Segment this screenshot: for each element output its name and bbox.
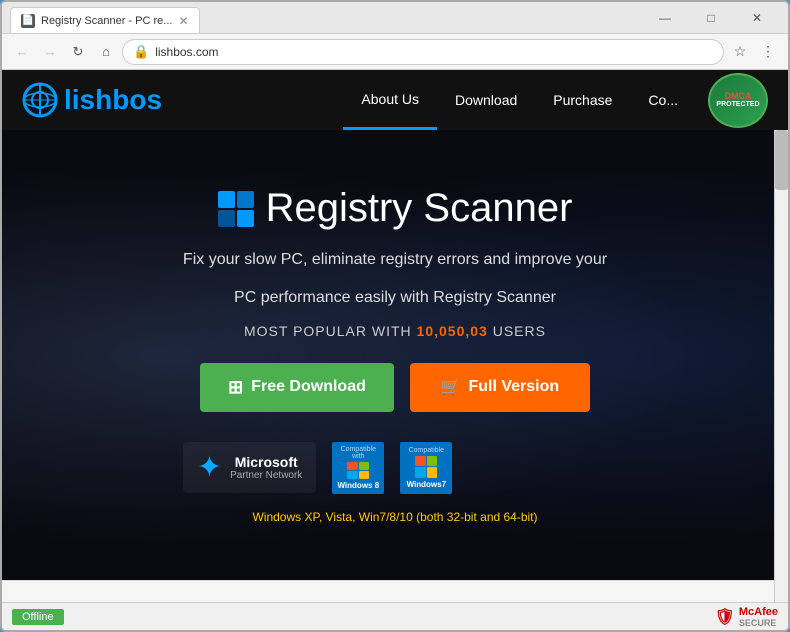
tab-close-button[interactable]: ✕ (178, 14, 188, 28)
nav-download[interactable]: Download (437, 70, 535, 130)
hero-section: Registry Scanner Fix your slow PC, elimi… (2, 130, 788, 580)
nav-links: About Us Download Purchase Co... (343, 70, 696, 130)
forward-button[interactable]: → (38, 40, 62, 64)
free-download-label: Free Download (251, 378, 366, 396)
cart-icon: 🛒 (441, 377, 461, 397)
nav-contact[interactable]: Co... (630, 70, 696, 130)
menu-button[interactable]: ⋮ (756, 40, 780, 64)
windows-icon: ⊞ (228, 377, 243, 398)
win7-badge: Compatible Windows7 (400, 442, 452, 494)
home-button[interactable]: ⌂ (94, 40, 118, 64)
popular-suffix: Users (493, 323, 546, 339)
cta-buttons: ⊞ Free Download 🛒 Full Version (183, 363, 607, 412)
win8-version: Windows 8 (337, 481, 379, 490)
logo-text: lishbos (64, 84, 162, 116)
win7-logo (415, 456, 437, 478)
browser-titlebar: 📄 Registry Scanner - PC re... ✕ — □ ✕ (2, 2, 788, 34)
ms-star-icon: ✦ (197, 450, 222, 485)
scrollbar-thumb[interactable] (775, 130, 788, 190)
browser-actions: ☆ ⋮ (728, 40, 780, 64)
ms-text-area: Microsoft Partner Network (230, 454, 302, 482)
hero-title-text: Registry Scanner (266, 186, 573, 231)
popular-text: Most Popular With 10,050,03 Users (183, 323, 607, 339)
hero-title: Registry Scanner (183, 186, 607, 231)
mcafee-badge: 🛡 McAfee SECURE (715, 606, 778, 628)
browser-controls: ← → ↻ ⌂ 🔒 lishbos.com ☆ ⋮ (2, 34, 788, 70)
hero-subtitle-2: PC performance easily with Registry Scan… (183, 285, 607, 311)
full-version-button[interactable]: 🛒 Full Version (410, 363, 590, 412)
minimize-button[interactable]: — (642, 2, 688, 34)
close-button[interactable]: ✕ (734, 2, 780, 34)
offline-status: Offline (12, 609, 64, 625)
scrollbar-track[interactable] (774, 130, 788, 602)
mcafee-shield-icon: 🛡 (715, 607, 735, 627)
title-icon (218, 191, 254, 227)
partner-name: Microsoft (230, 454, 302, 471)
win8-compat-label: Compatible with (336, 446, 380, 460)
browser-frame: 📄 Registry Scanner - PC re... ✕ — □ ✕ ← … (0, 0, 790, 632)
win7-compat-label: Compatible (409, 447, 444, 454)
system-requirements: Windows XP, Vista, Win7/8/10 (both 32-bi… (183, 510, 607, 524)
tab-favicon: 📄 (21, 14, 35, 28)
window-controls: — □ ✕ (642, 2, 780, 34)
browser-tab[interactable]: 📄 Registry Scanner - PC re... ✕ (10, 7, 200, 33)
tab-title: Registry Scanner - PC re... (41, 15, 172, 27)
website-content: lishbos About Us Download Purchase Co...… (2, 70, 788, 630)
popular-count: 10,050,03 (417, 323, 488, 339)
mcafee-sub: SECURE (739, 618, 778, 628)
popular-label: Most Popular With (244, 323, 412, 339)
win8-badge: Compatible with Windows 8 (332, 442, 384, 494)
back-button[interactable]: ← (10, 40, 34, 64)
site-navbar: lishbos About Us Download Purchase Co...… (2, 70, 788, 130)
partner-sub: Partner Network (230, 470, 302, 481)
mcafee-label: McAfee (739, 606, 778, 618)
refresh-button[interactable]: ↻ (66, 40, 90, 64)
win8-logo (347, 462, 369, 479)
url-text: lishbos.com (155, 45, 713, 59)
mcafee-text: McAfee SECURE (739, 606, 778, 628)
partner-area: ✦ Microsoft Partner Network Compatible w… (183, 442, 607, 494)
maximize-button[interactable]: □ (688, 2, 734, 34)
logo-icon (22, 82, 58, 118)
address-bar[interactable]: 🔒 lishbos.com (122, 39, 724, 65)
nav-purchase[interactable]: Purchase (535, 70, 630, 130)
full-version-label: Full Version (468, 378, 559, 396)
microsoft-partner: ✦ Microsoft Partner Network (183, 442, 316, 493)
hero-subtitle-1: Fix your slow PC, eliminate registry err… (183, 247, 607, 273)
nav-about[interactable]: About Us (343, 70, 437, 130)
win7-version: Windows7 (407, 480, 446, 489)
dmca-badge: DMCA PROTECTED (708, 73, 768, 128)
hero-content: Registry Scanner Fix your slow PC, elimi… (183, 186, 607, 523)
secure-icon: 🔒 (133, 44, 149, 60)
free-download-button[interactable]: ⊞ Free Download (200, 363, 394, 412)
site-logo[interactable]: lishbos (22, 82, 162, 118)
dmca-protected: PROTECTED (716, 101, 759, 108)
dmca-label: DMCA (725, 92, 752, 101)
status-bar: Offline 🛡 McAfee SECURE (2, 602, 788, 630)
tab-area: 📄 Registry Scanner - PC re... ✕ (10, 2, 200, 33)
star-button[interactable]: ☆ (728, 40, 752, 64)
